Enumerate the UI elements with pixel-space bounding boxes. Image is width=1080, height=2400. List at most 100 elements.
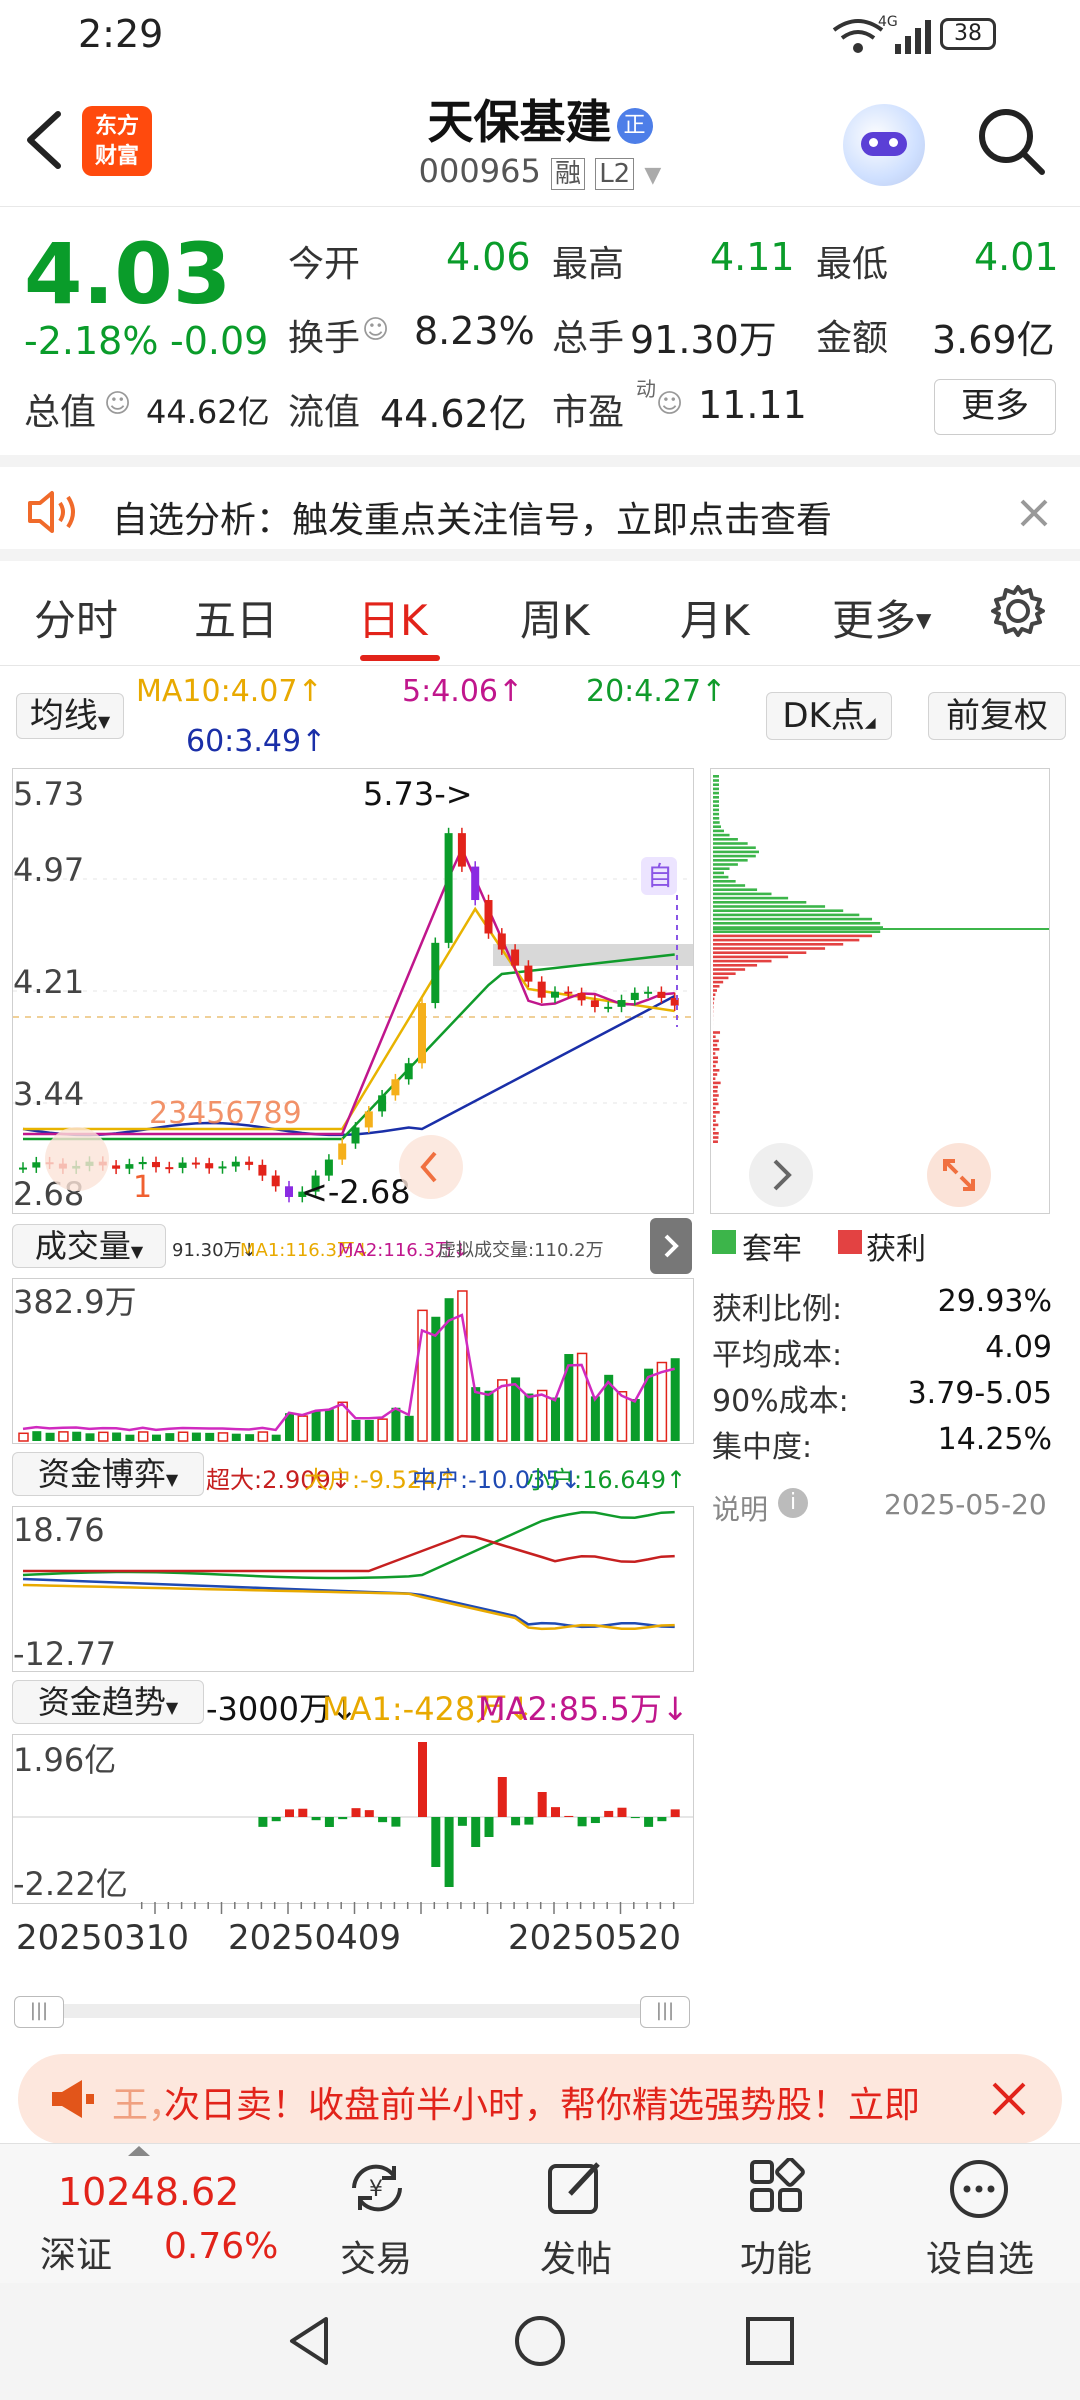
candle xyxy=(604,1007,612,1009)
candle xyxy=(578,993,586,1000)
legend-swatch-trapped xyxy=(712,1230,736,1254)
stat-value: 3.79-5.05 xyxy=(908,1376,1052,1411)
dk-point-dropdown[interactable]: DK点◢ xyxy=(766,692,892,740)
nav-add-watchlist[interactable]: 设自选 xyxy=(910,2154,1050,2284)
sequence-marker-one: 1 xyxy=(133,1170,152,1205)
volume-chart[interactable]: 382.9万 xyxy=(12,1278,694,1444)
info-icon[interactable]: ☺ xyxy=(362,315,389,345)
fund-trend-dropdown[interactable]: 资金趋势▼ xyxy=(12,1680,204,1724)
note-label[interactable]: 说明 xyxy=(712,1488,768,1528)
home-circle-icon[interactable] xyxy=(512,2313,568,2369)
chip-bar xyxy=(713,1086,718,1089)
candle xyxy=(445,833,453,943)
nav-label: 交易 xyxy=(340,2230,412,2282)
candle xyxy=(458,833,466,866)
grid-icon xyxy=(748,2158,808,2218)
info-icon[interactable]: ☺ xyxy=(656,389,683,419)
y-axis-top: 5.73 xyxy=(13,775,84,813)
assistant-robot-icon[interactable] xyxy=(843,104,925,186)
index-value[interactable]: 10248.62 xyxy=(58,2170,239,2214)
back-triangle-icon[interactable] xyxy=(284,2313,334,2369)
close-icon[interactable] xyxy=(990,2080,1028,2118)
kline-chart[interactable]: 5.73 4.97 4.21 3.44 2.68 5.73-> <-2.68 自… xyxy=(12,768,694,1214)
promo-text[interactable]: 次日卖！收盘前半小时，帮你精选强势股！立即 xyxy=(164,2076,972,2128)
more-button[interactable]: 更多 xyxy=(934,379,1056,435)
chip-bar xyxy=(713,775,719,778)
fund-trend-chart[interactable]: 1.96亿 -2.22亿 xyxy=(12,1734,694,1904)
candle xyxy=(205,1163,213,1168)
volume-bar xyxy=(258,1432,267,1441)
adjust-forward-button[interactable]: 前复权 xyxy=(928,692,1066,740)
trend-bar xyxy=(511,1817,520,1825)
range-handle-left[interactable]: ||| xyxy=(14,1996,64,2028)
date-label: 20250520 xyxy=(508,1918,681,1958)
range-handle-right[interactable]: ||| xyxy=(640,1996,690,2028)
trend-bar xyxy=(458,1817,467,1826)
nav-functions[interactable]: 功能 xyxy=(718,2154,838,2284)
volume-dropdown[interactable]: 成交量▼ xyxy=(12,1224,166,1268)
tab-five-day[interactable]: 五日 xyxy=(194,587,278,648)
stat-label: 90%成本: xyxy=(712,1384,849,1419)
caret-down-icon: ▼ xyxy=(166,1698,178,1717)
promo-banner[interactable]: 王， 次日卖！收盘前半小时，帮你精选强势股！立即 xyxy=(18,2054,1062,2144)
high-value: 4.11 xyxy=(710,235,795,279)
tab-daily-k[interactable]: 日K xyxy=(358,587,428,648)
fund-game-svg: 18.76 -12.77 xyxy=(13,1507,693,1671)
analysis-banner[interactable]: 自选分析：触发重点关注信号，立即点击查看 xyxy=(0,455,1080,561)
info-icon[interactable]: i xyxy=(778,1488,808,1518)
signal-icon xyxy=(893,16,933,56)
expand-button[interactable] xyxy=(927,1143,991,1207)
expand-icon xyxy=(927,1143,991,1207)
nav-trade[interactable]: ¥ 交易 xyxy=(318,2154,438,2284)
fund-game-dropdown[interactable]: 资金博弈▼ xyxy=(12,1452,204,1496)
search-icon[interactable] xyxy=(976,106,1048,178)
nav-post[interactable]: 发帖 xyxy=(518,2154,638,2284)
info-icon[interactable]: ☺ xyxy=(104,389,131,419)
volume-svg: 382.9万 xyxy=(13,1279,693,1443)
index-name[interactable]: 深证 xyxy=(40,2226,112,2278)
chip-bar xyxy=(713,951,806,954)
chip-bar xyxy=(713,1103,719,1106)
dk-point-label: DK点 xyxy=(782,696,864,736)
status-time: 2:29 xyxy=(78,12,163,56)
banner-text[interactable]: 自选分析：触发重点关注信号，立即点击查看 xyxy=(112,491,832,543)
tab-more[interactable]: 更多▼ xyxy=(832,587,931,648)
recents-square-icon[interactable] xyxy=(744,2315,796,2367)
candle xyxy=(405,1063,413,1079)
settings-gear-icon[interactable] xyxy=(990,583,1046,639)
stock-name[interactable]: 天保基建 xyxy=(427,95,611,149)
chip-bar xyxy=(713,993,715,996)
fund-game-chart[interactable]: 18.76 -12.77 xyxy=(12,1506,694,1672)
chip-bar xyxy=(713,1115,716,1118)
ma-dropdown[interactable]: 均线▼ xyxy=(16,693,124,739)
next-button[interactable] xyxy=(749,1143,813,1207)
volume-value: 91.30万 xyxy=(630,309,777,364)
chip-bar xyxy=(713,1090,717,1093)
tab-weekly-k[interactable]: 周K xyxy=(520,587,590,648)
collapse-side-button[interactable] xyxy=(650,1218,692,1274)
volume-bar xyxy=(325,1409,334,1441)
tab-intraday[interactable]: 分时 xyxy=(34,587,118,648)
stock-header: 东方 财富 天保基建 正 000965 融 L2 ▼ xyxy=(0,72,1080,207)
chip-bar xyxy=(713,1128,715,1131)
tab-monthly-k[interactable]: 月K xyxy=(680,587,750,648)
volume-bar xyxy=(99,1432,108,1441)
chip-bar xyxy=(713,1082,721,1085)
range-slider-track[interactable] xyxy=(14,2004,690,2018)
close-icon[interactable] xyxy=(1018,497,1050,529)
chip-bar xyxy=(713,960,772,963)
candle xyxy=(591,1000,599,1007)
chevron-down-icon[interactable]: ▼ xyxy=(644,163,661,188)
trend-bar xyxy=(524,1817,533,1825)
trend-bar xyxy=(431,1817,440,1867)
low-marker: <-2.68 xyxy=(301,1173,411,1211)
chip-bar xyxy=(713,1061,718,1064)
candle xyxy=(219,1166,227,1168)
index-percent[interactable]: 0.76% xyxy=(164,2226,278,2267)
chip-bar xyxy=(713,1107,716,1110)
megaphone-icon xyxy=(48,2078,98,2120)
chip-bar xyxy=(713,1077,715,1080)
chip-bar xyxy=(713,1098,717,1101)
post-icon xyxy=(544,2158,608,2218)
pe-label: 市盈 xyxy=(552,383,624,435)
